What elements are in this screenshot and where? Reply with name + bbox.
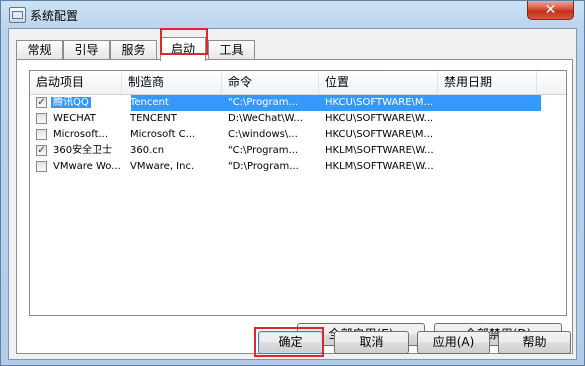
list-item[interactable]: VMware Wo... VMware, Inc. "D:\Program...… [32,159,566,175]
tab-startup[interactable]: 启动 [160,37,206,61]
tab-services[interactable]: 服务 [110,40,157,60]
item-location: HKCU\SOFTWARE\W... [325,113,434,124]
startup-items-list[interactable]: 启动项目 制造商 命令 位置 禁用日期 ✓ 腾讯QQ Tencent "C:\P… [29,70,567,316]
item-location: HKLM\SOFTWARE\W... [325,161,434,172]
tab-boot[interactable]: 引导 [63,40,110,60]
item-command: "C:\Program... [228,97,299,108]
startup-tab-panel: 启动项目 制造商 命令 位置 禁用日期 ✓ 腾讯QQ Tencent "C:\P… [16,59,573,354]
item-manufacturer: Microsoft C... [130,129,196,140]
system-config-window: 系统配置 ✕ 常规 引导 服务 启动 工具 启动项目 制造商 命令 位置 禁用日… [0,0,585,366]
item-manufacturer: VMware, Inc. [130,161,195,172]
column-header-disabled-date[interactable]: 禁用日期 [438,71,537,94]
item-manufacturer: Tencent [130,97,169,108]
startup-checkbox[interactable] [36,113,47,124]
item-manufacturer: TENCENT [130,113,177,124]
startup-checkbox[interactable] [36,129,47,140]
column-header-manufacturer[interactable]: 制造商 [122,71,222,94]
list-header: 启动项目 制造商 命令 位置 禁用日期 [30,71,566,95]
item-command: "D:\Program... [228,161,299,172]
cancel-button[interactable]: 取消 [334,331,409,354]
ok-button[interactable]: 确定 [258,331,323,354]
msconfig-app-icon [9,7,26,23]
item-location: HKCU\SOFTWARE\M... [325,129,434,140]
column-header-command[interactable]: 命令 [222,71,319,94]
list-item[interactable]: ✓ 360安全卫士 360.cn "C:\Program... HKLM\SOF… [32,143,566,159]
dialog-client-area: 常规 引导 服务 启动 工具 启动项目 制造商 命令 位置 禁用日期 ✓ 腾讯Q… [8,28,577,360]
startup-checkbox[interactable] [36,161,47,172]
help-button[interactable]: 帮助 [498,331,571,354]
list-item[interactable]: WECHAT TENCENT D:\WeChat\W... HKCU\SOFTW… [32,111,566,127]
item-command: C:\windows\... [228,129,298,140]
column-header-item[interactable]: 启动项目 [30,71,122,94]
list-item[interactable]: Microsoft... Microsoft C... C:\windows\.… [32,127,566,143]
apply-button[interactable]: 应用(A) [417,331,490,354]
list-item[interactable]: ✓ 腾讯QQ Tencent "C:\Program... HKCU\SOFTW… [32,95,566,111]
column-header-location[interactable]: 位置 [319,71,438,94]
tab-tools[interactable]: 工具 [208,40,255,60]
close-button[interactable]: ✕ [527,1,574,20]
item-location: HKCU\SOFTWARE\M... [325,97,434,108]
startup-checkbox[interactable]: ✓ [36,145,47,156]
item-location: HKLM\SOFTWARE\W... [325,145,434,156]
item-manufacturer: 360.cn [130,145,165,156]
title-bar[interactable]: 系统配置 ✕ [1,1,584,29]
item-command: "C:\Program... [228,145,299,156]
window-title: 系统配置 [30,9,79,23]
startup-checkbox[interactable]: ✓ [36,97,47,108]
item-command: D:\WeChat\W... [228,113,303,124]
tab-general[interactable]: 常规 [16,40,63,60]
